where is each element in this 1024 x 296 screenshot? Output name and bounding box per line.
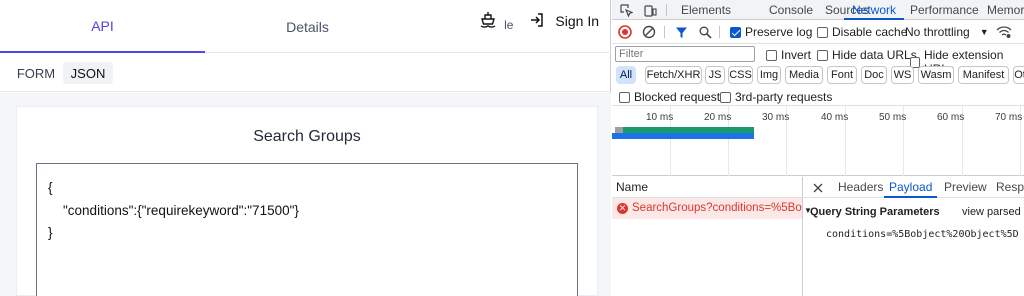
request-details: Headers Payload Preview Respo ▼ Query St… [804,177,1024,296]
hide-data-urls-label: Hide data URLs [832,48,917,62]
third-party-checkbox[interactable]: 3rd-party requests [720,90,832,104]
toolbar-separator [664,26,665,38]
preserve-log-label: Preserve log [745,25,813,39]
name-column-header[interactable]: Name [612,177,802,198]
devtools-panel: Elements Console Sources Network Perform… [612,0,1024,296]
devtools-tab-bar: Elements Console Sources Network Perform… [612,0,1024,20]
resource-type-filters: All Fetch/XHR JS CSS Img Media Font Doc … [612,66,1024,86]
checkbox-unchecked [817,26,828,38]
tab-api[interactable]: API [0,0,205,53]
filter-icon[interactable] [673,24,689,40]
timeline-tick-label: 50 ms [879,112,907,123]
query-string-value: conditions=%5Bobject%20Object%5D [826,229,1019,240]
inspect-element-icon[interactable] [618,2,634,18]
toolbar-separator [719,26,720,38]
view-parsed-toggle[interactable]: view parsed [962,206,1021,218]
clear-icon[interactable] [641,24,657,40]
mode-bar: FORM JSON [0,54,611,92]
sign-in-icon[interactable] [529,12,545,31]
json-mode-button[interactable]: JSON [63,62,113,84]
header-actions: le Sign In [478,6,599,36]
throttling-value: No throttling [905,25,970,39]
timeline-tick-label: 60 ms [937,112,965,123]
filter-row: Filter Invert Hide data URLs Hide extens… [612,45,1024,76]
type-filter-doc[interactable]: Doc [861,66,887,84]
checkbox-unchecked [766,49,777,61]
tab-headers[interactable]: Headers [838,177,883,198]
request-row[interactable]: ✕ SearchGroups?conditions=%5Bobj… [612,198,802,219]
type-filter-wasm[interactable]: Wasm [918,66,954,84]
ship-icon[interactable] [478,10,498,33]
disable-cache-checkbox[interactable]: Disable cache [817,25,907,39]
tab-response[interactable]: Respo [996,177,1024,198]
timeline-tick-label: 70 ms [995,112,1023,123]
query-string-section-header[interactable]: ▼ Query String Parameters view parsed [804,203,1024,221]
chevron-down-icon: ▼ [979,27,989,37]
error-icon: ✕ [617,203,628,214]
request-list: Name ✕ SearchGroups?conditions=%5Bobj… [612,177,803,296]
type-filter-css[interactable]: CSS [728,66,753,84]
timeline-tick-label: 20 ms [704,112,732,123]
timeline-bar-dom [612,133,754,139]
throttling-select[interactable]: No throttling ▼ [905,25,989,39]
hide-data-urls-checkbox[interactable]: Hide data URLs [817,48,917,62]
type-filter-font[interactable]: Font [827,66,857,84]
blocked-requests-label: Blocked requests [634,90,727,104]
tab-separator [666,4,667,16]
card-title: Search Groups [253,128,361,145]
timeline-tick-label: 10 ms [646,112,674,123]
checkbox-unchecked [619,91,630,103]
network-timeline[interactable]: 10 ms 20 ms 30 ms 40 ms 50 ms 60 ms 70 m… [612,106,1024,176]
invert-label: Invert [781,48,812,62]
filter-input[interactable]: Filter [615,46,755,62]
type-filter-manifest[interactable]: Manifest [958,66,1009,84]
record-stop-icon[interactable] [617,24,633,40]
tab-performance[interactable]: Performance [910,0,979,20]
third-party-label: 3rd-party requests [735,90,833,104]
requests-area: Name ✕ SearchGroups?conditions=%5Bobj… H… [612,177,1024,296]
timeline-tick-label: 30 ms [762,112,790,123]
close-icon[interactable] [810,180,826,196]
type-filter-media[interactable]: Media [785,66,823,84]
query-string-title: Query String Parameters [810,206,940,218]
network-conditions-icon[interactable] [996,24,1012,40]
tab-preview[interactable]: Preview [944,177,987,198]
device-toolbar-icon[interactable] [642,2,658,18]
detail-tab-bar: Headers Payload Preview Respo [804,177,1024,198]
app-panel: API Details le Sign In FORM JSON Search … [0,0,611,296]
blocked-row: Blocked requests 3rd-party requests [612,87,1024,106]
type-filter-js[interactable]: JS [705,66,725,84]
checkbox-unchecked [817,49,828,61]
type-filter-img[interactable]: Img [757,66,781,84]
preserve-log-checkbox[interactable]: Preserve log [730,25,812,39]
search-icon[interactable] [697,24,713,40]
app-tab-bar: API Details le Sign In [0,0,611,53]
type-filter-fetch-xhr[interactable]: Fetch/XHR [645,66,702,84]
user-abbr: le [504,18,514,32]
type-filter-other[interactable]: Ot [1013,66,1024,84]
tab-console[interactable]: Console [769,0,813,20]
type-filter-all[interactable]: All [616,66,636,84]
tab-elements[interactable]: Elements [681,0,731,20]
checkbox-unchecked [720,91,731,103]
tab-details[interactable]: Details [205,0,410,53]
blocked-requests-checkbox[interactable]: Blocked requests [619,90,726,104]
request-name: SearchGroups?conditions=%5Bobj… [632,202,802,214]
tab-memory[interactable]: Memory [987,0,1024,20]
tab-network[interactable]: Network [844,0,905,20]
timeline-tick-label: 40 ms [821,112,849,123]
tab-payload[interactable]: Payload [884,177,938,198]
checkbox-checked [730,26,741,38]
type-filter-ws[interactable]: WS [891,66,914,84]
disable-cache-label: Disable cache [832,25,908,39]
network-toolbar: Preserve log Disable cache No throttling… [612,21,1024,44]
json-editor[interactable]: { "conditions":{"requirekeyword":"71500"… [36,163,578,296]
form-mode-button[interactable]: FORM [12,62,60,84]
sign-in-link[interactable]: Sign In [555,13,599,29]
invert-checkbox[interactable]: Invert [766,48,811,62]
